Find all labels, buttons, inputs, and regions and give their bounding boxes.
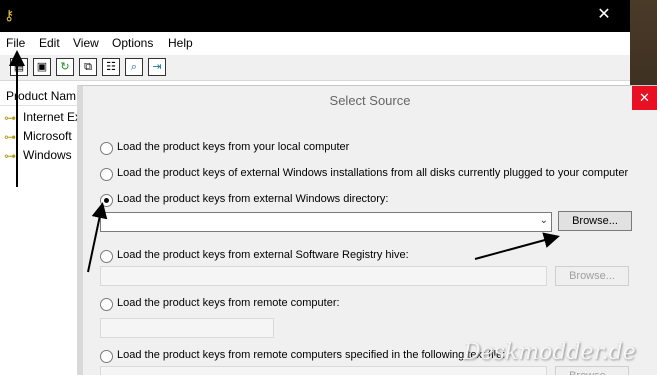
annotation-arrows: [9, 50, 560, 273]
arrow-to-browse-button: [474, 232, 560, 260]
arrow-to-selected-option: [87, 202, 108, 273]
